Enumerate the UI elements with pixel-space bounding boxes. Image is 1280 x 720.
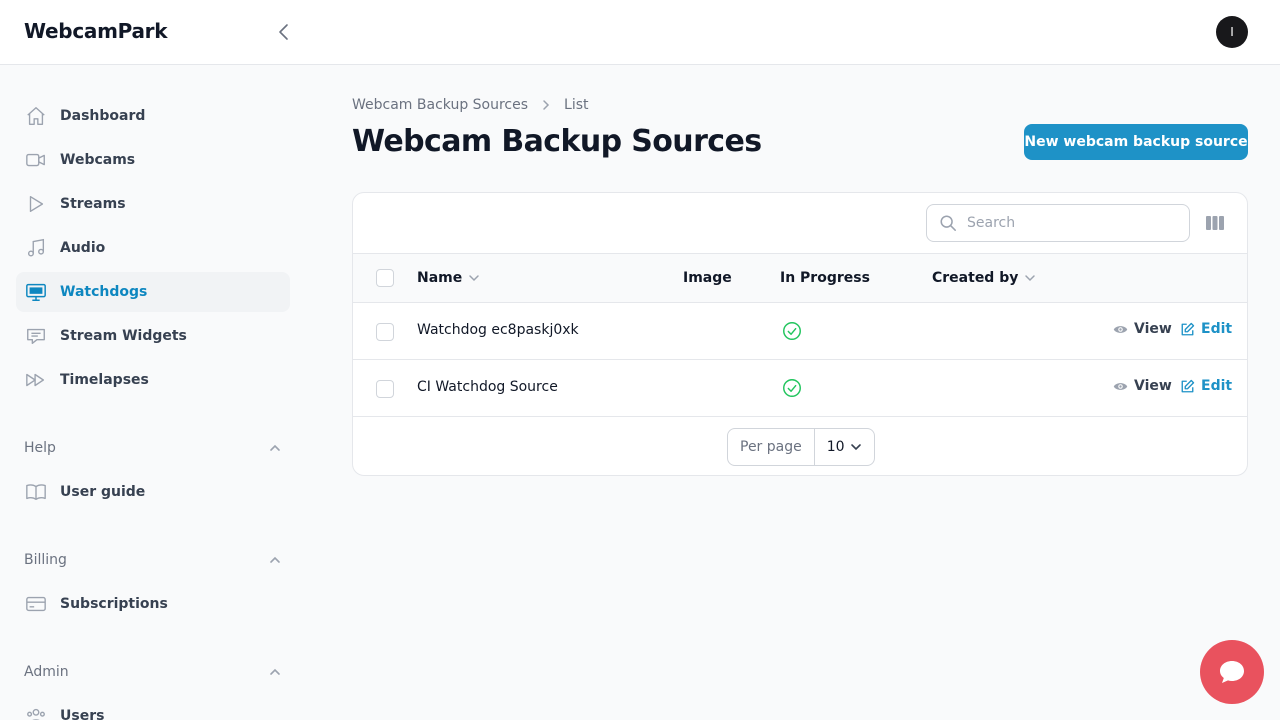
sidebar-item-label: Users [60,708,105,720]
table-row: Watchdog ec8paskj0xk View Edit [353,303,1247,360]
sidebar: Dashboard Webcams Streams Audio Watchdog… [0,65,306,720]
table-header: Name Image In Progress Created by [353,254,1247,303]
monitor-icon [24,280,48,304]
sidebar-group-admin[interactable]: Admin [24,660,282,684]
sidebar-item-label: User guide [60,484,146,500]
view-label: View [1134,378,1172,394]
per-page-label: Per page [728,429,815,465]
breadcrumb: Webcam Backup Sources List [352,97,589,113]
sidebar-item-dashboard[interactable]: Dashboard [16,96,290,136]
chevron-right-icon [540,99,552,111]
home-icon [24,104,48,128]
collapse-sidebar-button[interactable] [272,20,296,44]
sidebar-item-audio[interactable]: Audio [16,228,290,268]
sidebar-group-label: Billing [24,552,67,568]
edit-label: Edit [1201,321,1233,337]
breadcrumb-parent-link[interactable]: Webcam Backup Sources [352,97,528,113]
play-icon [24,192,48,216]
sidebar-item-user-guide[interactable]: User guide [16,472,290,512]
chevron-up-icon [270,668,280,675]
row-name: CI Watchdog Source [417,379,558,395]
search-box [926,204,1190,242]
table-toolbar [353,193,1247,254]
select-all-checkbox[interactable] [376,269,394,287]
view-button[interactable]: View [1113,378,1172,394]
sidebar-item-label: Timelapses [60,372,149,388]
sidebar-item-label: Webcams [60,152,136,168]
edit-button[interactable]: Edit [1180,321,1232,337]
music-note-icon [24,236,48,260]
column-header-label: Name [417,270,463,286]
sidebar-item-label: Watchdogs [60,284,148,300]
sidebar-item-stream-widgets[interactable]: Stream Widgets [16,316,290,356]
sidebar-item-label: Stream Widgets [60,328,187,344]
sidebar-item-label: Audio [60,240,106,256]
eye-icon [1113,322,1128,337]
pencil-square-icon [1180,379,1195,394]
video-camera-icon [24,148,48,172]
sidebar-item-watchdogs[interactable]: Watchdogs [16,272,290,312]
column-header-name[interactable]: Name [417,270,480,286]
table-row: CI Watchdog Source View Edit [353,360,1247,417]
search-input[interactable] [967,215,1177,231]
sidebar-item-users[interactable]: Users [16,696,290,720]
chat-widget-button[interactable] [1200,640,1264,704]
column-header-label: Created by [932,270,1019,286]
sidebar-item-subscriptions[interactable]: Subscriptions [16,584,290,624]
per-page-control: Per page 10 [727,428,875,466]
column-header-created-by[interactable]: Created by [932,270,1036,286]
sidebar-item-label: Dashboard [60,108,146,124]
check-circle-icon [783,379,801,397]
avatar[interactable]: I [1216,16,1248,48]
row-checkbox[interactable] [376,323,394,341]
column-header-image: Image [683,270,732,286]
sidebar-item-webcams[interactable]: Webcams [16,140,290,180]
search-icon [940,215,956,231]
chat-bubble-icon [24,324,48,348]
row-checkbox[interactable] [376,380,394,398]
sidebar-group-help[interactable]: Help [24,436,282,460]
sidebar-group-label: Admin [24,664,69,680]
pencil-square-icon [1180,322,1195,337]
eye-icon [1113,379,1128,394]
row-name: Watchdog ec8paskj0xk [417,322,579,338]
sidebar-item-label: Subscriptions [60,596,168,612]
edit-label: Edit [1201,378,1233,394]
view-button[interactable]: View [1113,321,1172,337]
table-card: Name Image In Progress Created by Watchd… [352,192,1248,476]
chevron-down-icon[interactable] [468,272,480,284]
sidebar-item-timelapses[interactable]: Timelapses [16,360,290,400]
brand-logo[interactable]: WebcamPark [24,19,168,43]
per-page-value: 10 [826,439,845,455]
chevron-up-icon [270,444,280,451]
edit-button[interactable]: Edit [1180,378,1232,394]
page-title: Webcam Backup Sources [352,124,762,159]
breadcrumb-current: List [564,97,589,113]
chat-icon [1220,661,1244,683]
chevron-left-icon [279,24,288,40]
users-icon [24,704,48,720]
chevron-down-icon[interactable] [1024,272,1036,284]
top-bar: WebcamPark I [0,0,1280,65]
sidebar-item-streams[interactable]: Streams [16,184,290,224]
chevron-down-icon [851,444,861,451]
view-label: View [1134,321,1172,337]
check-circle-icon [783,322,801,340]
sidebar-group-billing[interactable]: Billing [24,548,282,572]
column-toggle-button[interactable] [1205,213,1225,233]
per-page-select[interactable]: 10 [815,439,874,455]
chevron-up-icon [270,556,280,563]
book-open-icon [24,480,48,504]
credit-card-icon [24,592,48,616]
sidebar-item-label: Streams [60,196,126,212]
columns-icon [1206,216,1224,230]
new-webcam-backup-source-button[interactable]: New webcam backup source [1024,124,1248,160]
column-header-in-progress: In Progress [780,270,870,286]
sidebar-group-label: Help [24,440,56,456]
fast-forward-icon [24,368,48,392]
